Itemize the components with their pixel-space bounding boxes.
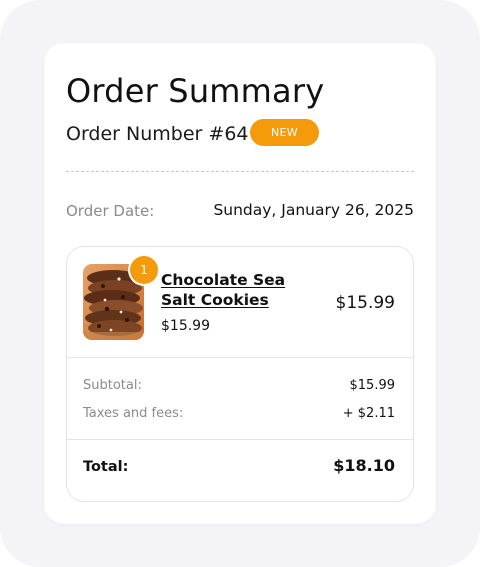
order-date-value: Sunday, January 26, 2025	[213, 201, 414, 219]
order-number: Order Number #64	[66, 123, 249, 145]
page-background: Order Summary Order Number #64 NEW Order…	[0, 0, 480, 567]
item-divider	[67, 357, 413, 358]
total-label: Total:	[83, 459, 129, 475]
dashed-divider	[66, 171, 414, 172]
order-date-label: Order Date:	[66, 202, 155, 220]
subtotal-value: $15.99	[349, 378, 396, 393]
product-name-link[interactable]: Chocolate Sea Salt Cookies	[161, 270, 321, 310]
quantity-badge: 1	[130, 256, 158, 284]
product-line-total: $15.99	[335, 293, 395, 313]
order-items-box: 1 Chocolate Sea Salt Cookies $15.99 $15.…	[66, 246, 414, 502]
page-title: Order Summary	[66, 72, 325, 110]
subtotal-label: Subtotal:	[83, 378, 142, 393]
total-value: $18.10	[333, 456, 395, 475]
product-unit-price: $15.99	[161, 318, 210, 334]
order-summary-card: Order Summary Order Number #64 NEW Order…	[44, 43, 436, 524]
taxes-label: Taxes and fees:	[83, 406, 184, 421]
status-badge: NEW	[250, 119, 319, 146]
taxes-value: + $2.11	[342, 406, 395, 421]
totals-divider	[67, 439, 413, 440]
